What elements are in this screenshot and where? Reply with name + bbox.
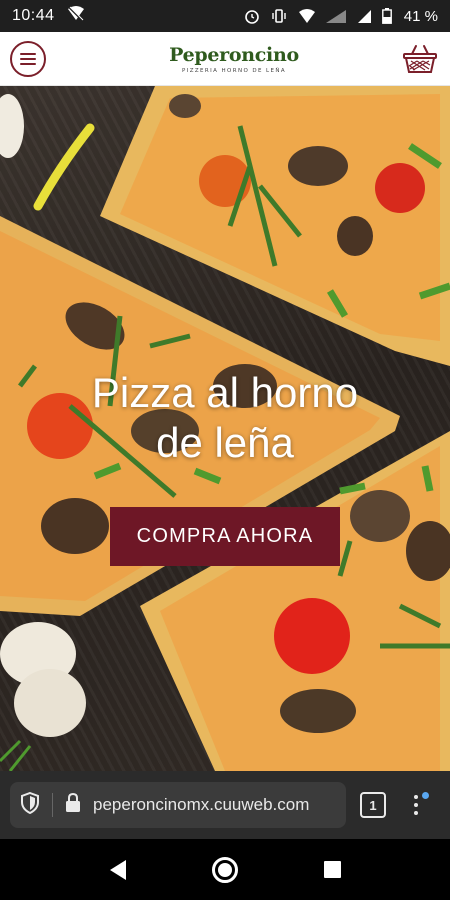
back-icon[interactable]: [109, 859, 126, 880]
basket-icon: [403, 44, 437, 73]
hamburger-icon: [20, 57, 36, 60]
browser-toolbar: peperoncinomx.cuuweb.com 1: [0, 771, 450, 839]
wifi-off-icon: [67, 5, 85, 27]
url-bar[interactable]: peperoncinomx.cuuweb.com: [10, 782, 346, 828]
signal-4g-icon: [325, 8, 348, 24]
brand-name: Peperoncino: [169, 43, 299, 66]
tab-switcher-button[interactable]: 1: [360, 792, 386, 818]
alarm-icon: [244, 8, 260, 24]
hamburger-icon: [20, 52, 36, 55]
more-vert-icon: [414, 811, 418, 815]
hero-title-line2: de leña: [156, 419, 294, 466]
system-nav-bar: [0, 839, 450, 900]
hero-banner: Pizza al horno de leña COMPRA AHORA: [0, 86, 450, 771]
update-badge: [422, 792, 429, 799]
hamburger-icon: [20, 62, 36, 65]
vibrate-icon: [270, 8, 288, 24]
signal-icon: [357, 8, 372, 24]
url-divider: [52, 793, 53, 817]
site-header: Peperoncino PIZZERIA HORNO DE LEÑA: [0, 32, 450, 86]
more-options-button[interactable]: [406, 790, 429, 820]
battery-percentage: 41 %: [403, 7, 438, 25]
battery-icon: [381, 8, 392, 24]
status-bar: 10:44 41 %: [0, 0, 450, 32]
cart-button[interactable]: [400, 39, 440, 79]
recent-apps-icon[interactable]: [323, 861, 341, 878]
brand-logo[interactable]: Peperoncino PIZZERIA HORNO DE LEÑA: [169, 44, 299, 74]
more-vert-icon: [414, 803, 418, 807]
lock-icon[interactable]: [65, 792, 81, 818]
more-vert-icon: [414, 795, 418, 799]
hero-title-line1: Pizza al horno: [91, 369, 359, 416]
wifi-icon: [298, 8, 316, 24]
hero-title: Pizza al horno de leña: [0, 368, 450, 468]
url-text[interactable]: peperoncinomx.cuuweb.com: [93, 795, 309, 815]
shield-icon[interactable]: [20, 791, 40, 819]
status-time: 10:44: [12, 7, 55, 24]
menu-button[interactable]: [10, 40, 46, 77]
home-icon[interactable]: [211, 856, 238, 883]
brand-tagline: PIZZERIA HORNO DE LEÑA: [181, 67, 287, 74]
buy-now-button[interactable]: COMPRA AHORA: [110, 507, 340, 566]
